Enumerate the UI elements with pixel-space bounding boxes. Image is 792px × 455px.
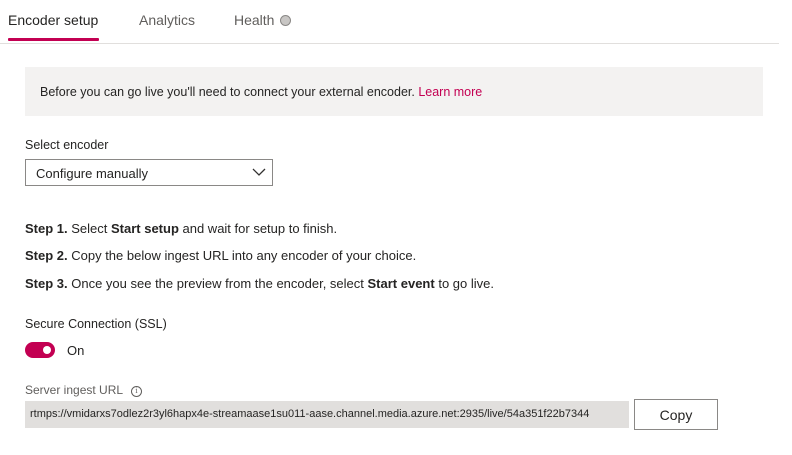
step-3: Step 3. Once you see the preview from th… xyxy=(25,276,494,291)
select-encoder-label: Select encoder xyxy=(25,138,109,152)
ingest-url-label-text: Server ingest URL xyxy=(25,383,124,397)
encoder-dropdown[interactable]: Configure manually xyxy=(25,159,273,186)
encoder-dropdown-value: Configure manually xyxy=(36,166,149,181)
learn-more-link[interactable]: Learn more xyxy=(418,85,482,99)
toggle-knob xyxy=(43,346,51,354)
step-2-text: Copy the below ingest URL into any encod… xyxy=(67,248,417,263)
ingest-url-value: rtmps://vmidarxs7odlez2r3yl6hapx4e-strea… xyxy=(30,408,590,420)
step-3-bold: Start event xyxy=(367,276,435,291)
ingest-url-field[interactable]: rtmps://vmidarxs7odlez2r3yl6hapx4e-strea… xyxy=(25,401,629,428)
ssl-label: Secure Connection (SSL) xyxy=(25,317,167,331)
step-1-text-a: Select xyxy=(67,221,111,236)
chevron-down-icon xyxy=(252,168,266,176)
tab-analytics[interactable]: Analytics xyxy=(139,12,195,28)
ssl-toggle-state: On xyxy=(67,343,85,358)
tab-health[interactable]: Health xyxy=(234,12,292,28)
step-3-prefix: Step 3. xyxy=(25,276,68,291)
tab-encoder-setup[interactable]: Encoder setup xyxy=(8,12,98,28)
notice-message: Before you can go live you'll need to co… xyxy=(40,85,419,99)
step-3-text-a: Once you see the preview from the encode… xyxy=(67,276,368,291)
tab-health-label: Health xyxy=(234,12,275,28)
step-1-prefix: Step 1. xyxy=(25,221,68,236)
tab-bar: Encoder setup Analytics Health xyxy=(0,0,779,44)
step-1-bold: Start setup xyxy=(110,221,179,236)
step-3-text-b: to go live. xyxy=(434,276,494,291)
copy-button[interactable]: Copy xyxy=(634,399,718,430)
step-1-text-b: and wait for setup to finish. xyxy=(178,221,338,236)
info-icon[interactable]: i xyxy=(131,386,143,397)
notice-text: Before you can go live you'll need to co… xyxy=(40,85,482,99)
ingest-url-label: Server ingest URL i xyxy=(25,383,143,397)
step-1: Step 1. Select Start setup and wait for … xyxy=(25,221,337,236)
active-tab-indicator xyxy=(8,38,99,41)
step-2: Step 2. Copy the below ingest URL into a… xyxy=(25,248,416,263)
health-status-icon xyxy=(280,15,292,26)
encoder-notice: Before you can go live you'll need to co… xyxy=(25,67,763,116)
step-2-prefix: Step 2. xyxy=(25,248,68,263)
ssl-toggle[interactable] xyxy=(25,342,55,358)
